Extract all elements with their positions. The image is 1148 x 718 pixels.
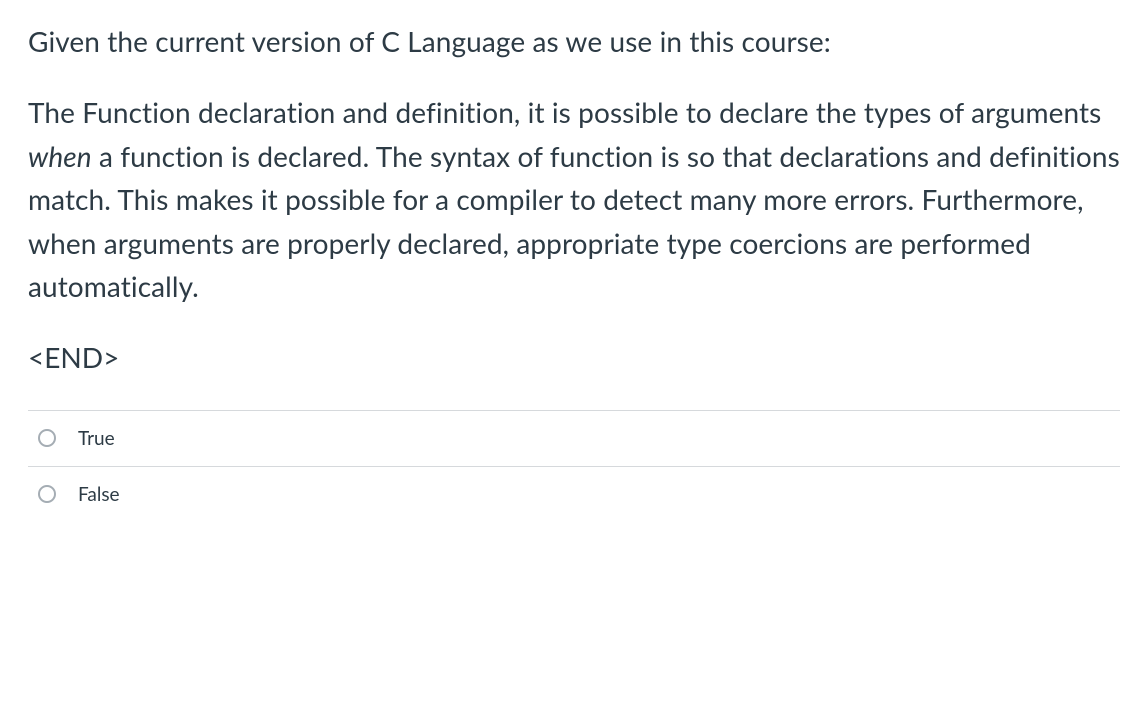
question-body-post: a function is declared. The syntax of fu… (28, 139, 1120, 303)
question-container: Given the current version of C Language … (0, 0, 1148, 532)
question-end-marker: <END> (28, 336, 1120, 379)
option-label: False (78, 483, 120, 506)
radio-icon (38, 485, 56, 503)
question-body: The Function declaration and definition,… (28, 91, 1120, 308)
answer-options: True False (28, 410, 1120, 522)
radio-icon (38, 429, 56, 447)
option-label: True (78, 427, 115, 450)
question-body-pre: The Function declaration and definition,… (28, 95, 1101, 129)
question-body-italic: when (28, 139, 92, 173)
option-false[interactable]: False (28, 466, 1120, 522)
option-true[interactable]: True (28, 410, 1120, 466)
question-intro: Given the current version of C Language … (28, 20, 1120, 63)
